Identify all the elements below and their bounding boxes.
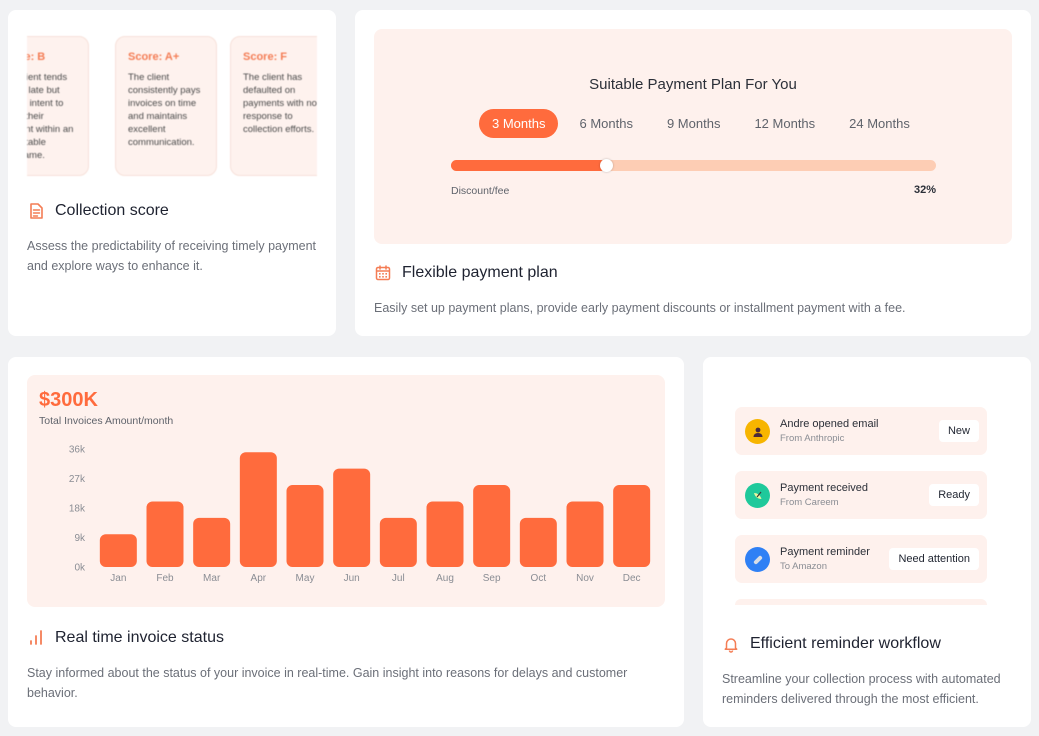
bar-apr[interactable] <box>239 452 277 567</box>
score-label: Score: A+ <box>128 51 180 63</box>
y-tick-label: 36k <box>69 445 86 456</box>
x-tick-label: Jan <box>110 573 126 584</box>
x-tick-label: Dec <box>623 573 641 584</box>
bar-nov[interactable] <box>566 501 604 567</box>
calendar-icon <box>374 264 392 282</box>
bar-feb[interactable] <box>146 501 184 567</box>
bar-sep[interactable] <box>473 485 511 567</box>
score-text: The client consistently pays invoices on… <box>128 72 201 148</box>
card-description: Assess the predictability of receiving t… <box>27 239 317 273</box>
bar-jun[interactable] <box>333 468 371 567</box>
score-label: Score: F <box>243 51 288 63</box>
card-title: Flexible payment plan <box>402 264 558 281</box>
signal-bars-icon <box>27 629 45 647</box>
score-cards-carousel[interactable]: Score: B The client tends to pay late bu… <box>27 36 317 176</box>
x-tick-label: Apr <box>251 573 267 584</box>
reminder-subtitle: To Amazon <box>780 561 827 572</box>
status-badge: Ready <box>929 484 979 506</box>
reminder-title: Payment received <box>780 482 869 494</box>
document-icon <box>27 202 45 220</box>
score-text: The client has defaulted on payments wit… <box>243 72 317 135</box>
reminder-title: Andre opened email <box>780 418 879 430</box>
reminder-item[interactable]: Payment reminder To Amazon Need attentio… <box>735 535 987 583</box>
user-icon <box>745 419 770 444</box>
invoice-status-card: 0k 9k 18k 27k 36k Jan Feb Mar Apr May Jun Jul Aug Sep… <box>8 357 684 727</box>
plan-heading: Suitable Payment Plan For You <box>589 76 797 93</box>
x-tick-label: Feb <box>156 573 174 584</box>
status-badge: Need attention <box>889 548 979 570</box>
bar-dec[interactable] <box>613 485 651 567</box>
reminder-item[interactable]: Payment received From Careem Ready <box>735 471 987 519</box>
score-label: Score: B <box>27 51 46 63</box>
score-card-f: Score: F The client has defaulted on pay… <box>230 36 317 176</box>
slider-handle[interactable] <box>600 159 614 172</box>
bar-aug[interactable] <box>426 501 464 567</box>
y-tick-label: 0k <box>74 563 86 574</box>
tab-6-months[interactable]: 6 Months <box>566 109 645 138</box>
x-tick-label: May <box>296 573 315 584</box>
card-description: Easily set up payment plans, provide ear… <box>374 301 906 315</box>
bar-jul[interactable] <box>379 517 417 567</box>
total-amount-caption: Total Invoices Amount/month <box>39 415 174 427</box>
payment-plan-widget: Suitable Payment Plan For You 3 Months 6… <box>374 29 1012 244</box>
slider-fill <box>451 160 607 171</box>
plan-duration-tabs: 3 Months 6 Months 9 Months 12 Months 24 … <box>479 109 931 138</box>
discount-fee-slider[interactable] <box>451 159 936 172</box>
status-badge: New <box>938 420 979 442</box>
card-description: Streamline your collection process with … <box>722 672 1001 706</box>
score-text: The client tends to pay late but shows i… <box>27 72 74 161</box>
bar-mar[interactable] <box>193 517 231 567</box>
collection-score-heading: Collection score <box>27 202 169 220</box>
card-title: Real time invoice status <box>55 629 224 646</box>
bell-icon <box>722 635 740 653</box>
reminder-workflow-card: Andre opened email From Anthropic New Pa… <box>703 357 1031 727</box>
x-tick-label: Jun <box>344 573 360 584</box>
invoice-status-heading: Real time invoice status <box>27 629 224 647</box>
y-tick-label: 9k <box>74 533 86 544</box>
card-title: Efficient reminder workflow <box>750 635 941 652</box>
x-tick-label: Mar <box>203 573 221 584</box>
tab-9-months[interactable]: 9 Months <box>654 109 733 138</box>
payment-plan-heading: Flexible payment plan <box>374 264 558 282</box>
tab-3-months[interactable]: 3 Months <box>479 109 559 138</box>
x-tick-label: Oct <box>531 573 547 584</box>
reminder-subtitle: From Anthropic <box>780 433 845 444</box>
y-tick-label: 27k <box>69 474 86 485</box>
reminder-item-partial <box>735 599 987 605</box>
tab-24-months[interactable]: 24 Months <box>836 109 923 138</box>
score-card-a-plus: Score: A+ The client consistently pays i… <box>115 36 217 176</box>
score-card-b: Score: B The client tends to pay late bu… <box>27 36 89 176</box>
payment-plan-card: Suitable Payment Plan For You 3 Months 6… <box>355 10 1031 336</box>
leaf-icon <box>745 483 770 508</box>
tab-12-months[interactable]: 12 Months <box>741 109 828 138</box>
reminder-title: Payment reminder <box>780 546 870 558</box>
x-tick-label: Nov <box>576 573 594 584</box>
collection-score-card: Score: B The client tends to pay late bu… <box>8 10 336 336</box>
invoice-chart-panel: 0k 9k 18k 27k 36k Jan Feb Mar Apr May Jun Jul Aug Sep… <box>27 375 665 607</box>
x-tick-label: Sep <box>483 573 501 584</box>
y-tick-label: 18k <box>69 504 86 515</box>
bar-may[interactable] <box>286 485 324 567</box>
reminder-item[interactable]: Andre opened email From Anthropic New <box>735 407 987 455</box>
x-tick-label: Jul <box>392 573 405 584</box>
reminder-subtitle: From Careem <box>780 497 839 508</box>
invoice-bar-chart: 0k 9k 18k 27k 36k Jan Feb Mar Apr May Jun Jul Aug Sep… <box>69 445 651 584</box>
card-title: Collection score <box>55 202 169 219</box>
reminder-workflow-heading: Efficient reminder workflow <box>722 635 941 653</box>
bar-jan[interactable] <box>99 534 137 567</box>
slider-value: 32% <box>913 184 936 196</box>
card-description: Stay informed about the status of your i… <box>27 666 628 700</box>
bandage-icon <box>745 547 770 572</box>
slider-label: Discount/fee <box>451 185 510 197</box>
x-tick-label: Aug <box>436 573 454 584</box>
bar-oct[interactable] <box>519 517 557 567</box>
total-amount: $300K <box>39 389 98 411</box>
